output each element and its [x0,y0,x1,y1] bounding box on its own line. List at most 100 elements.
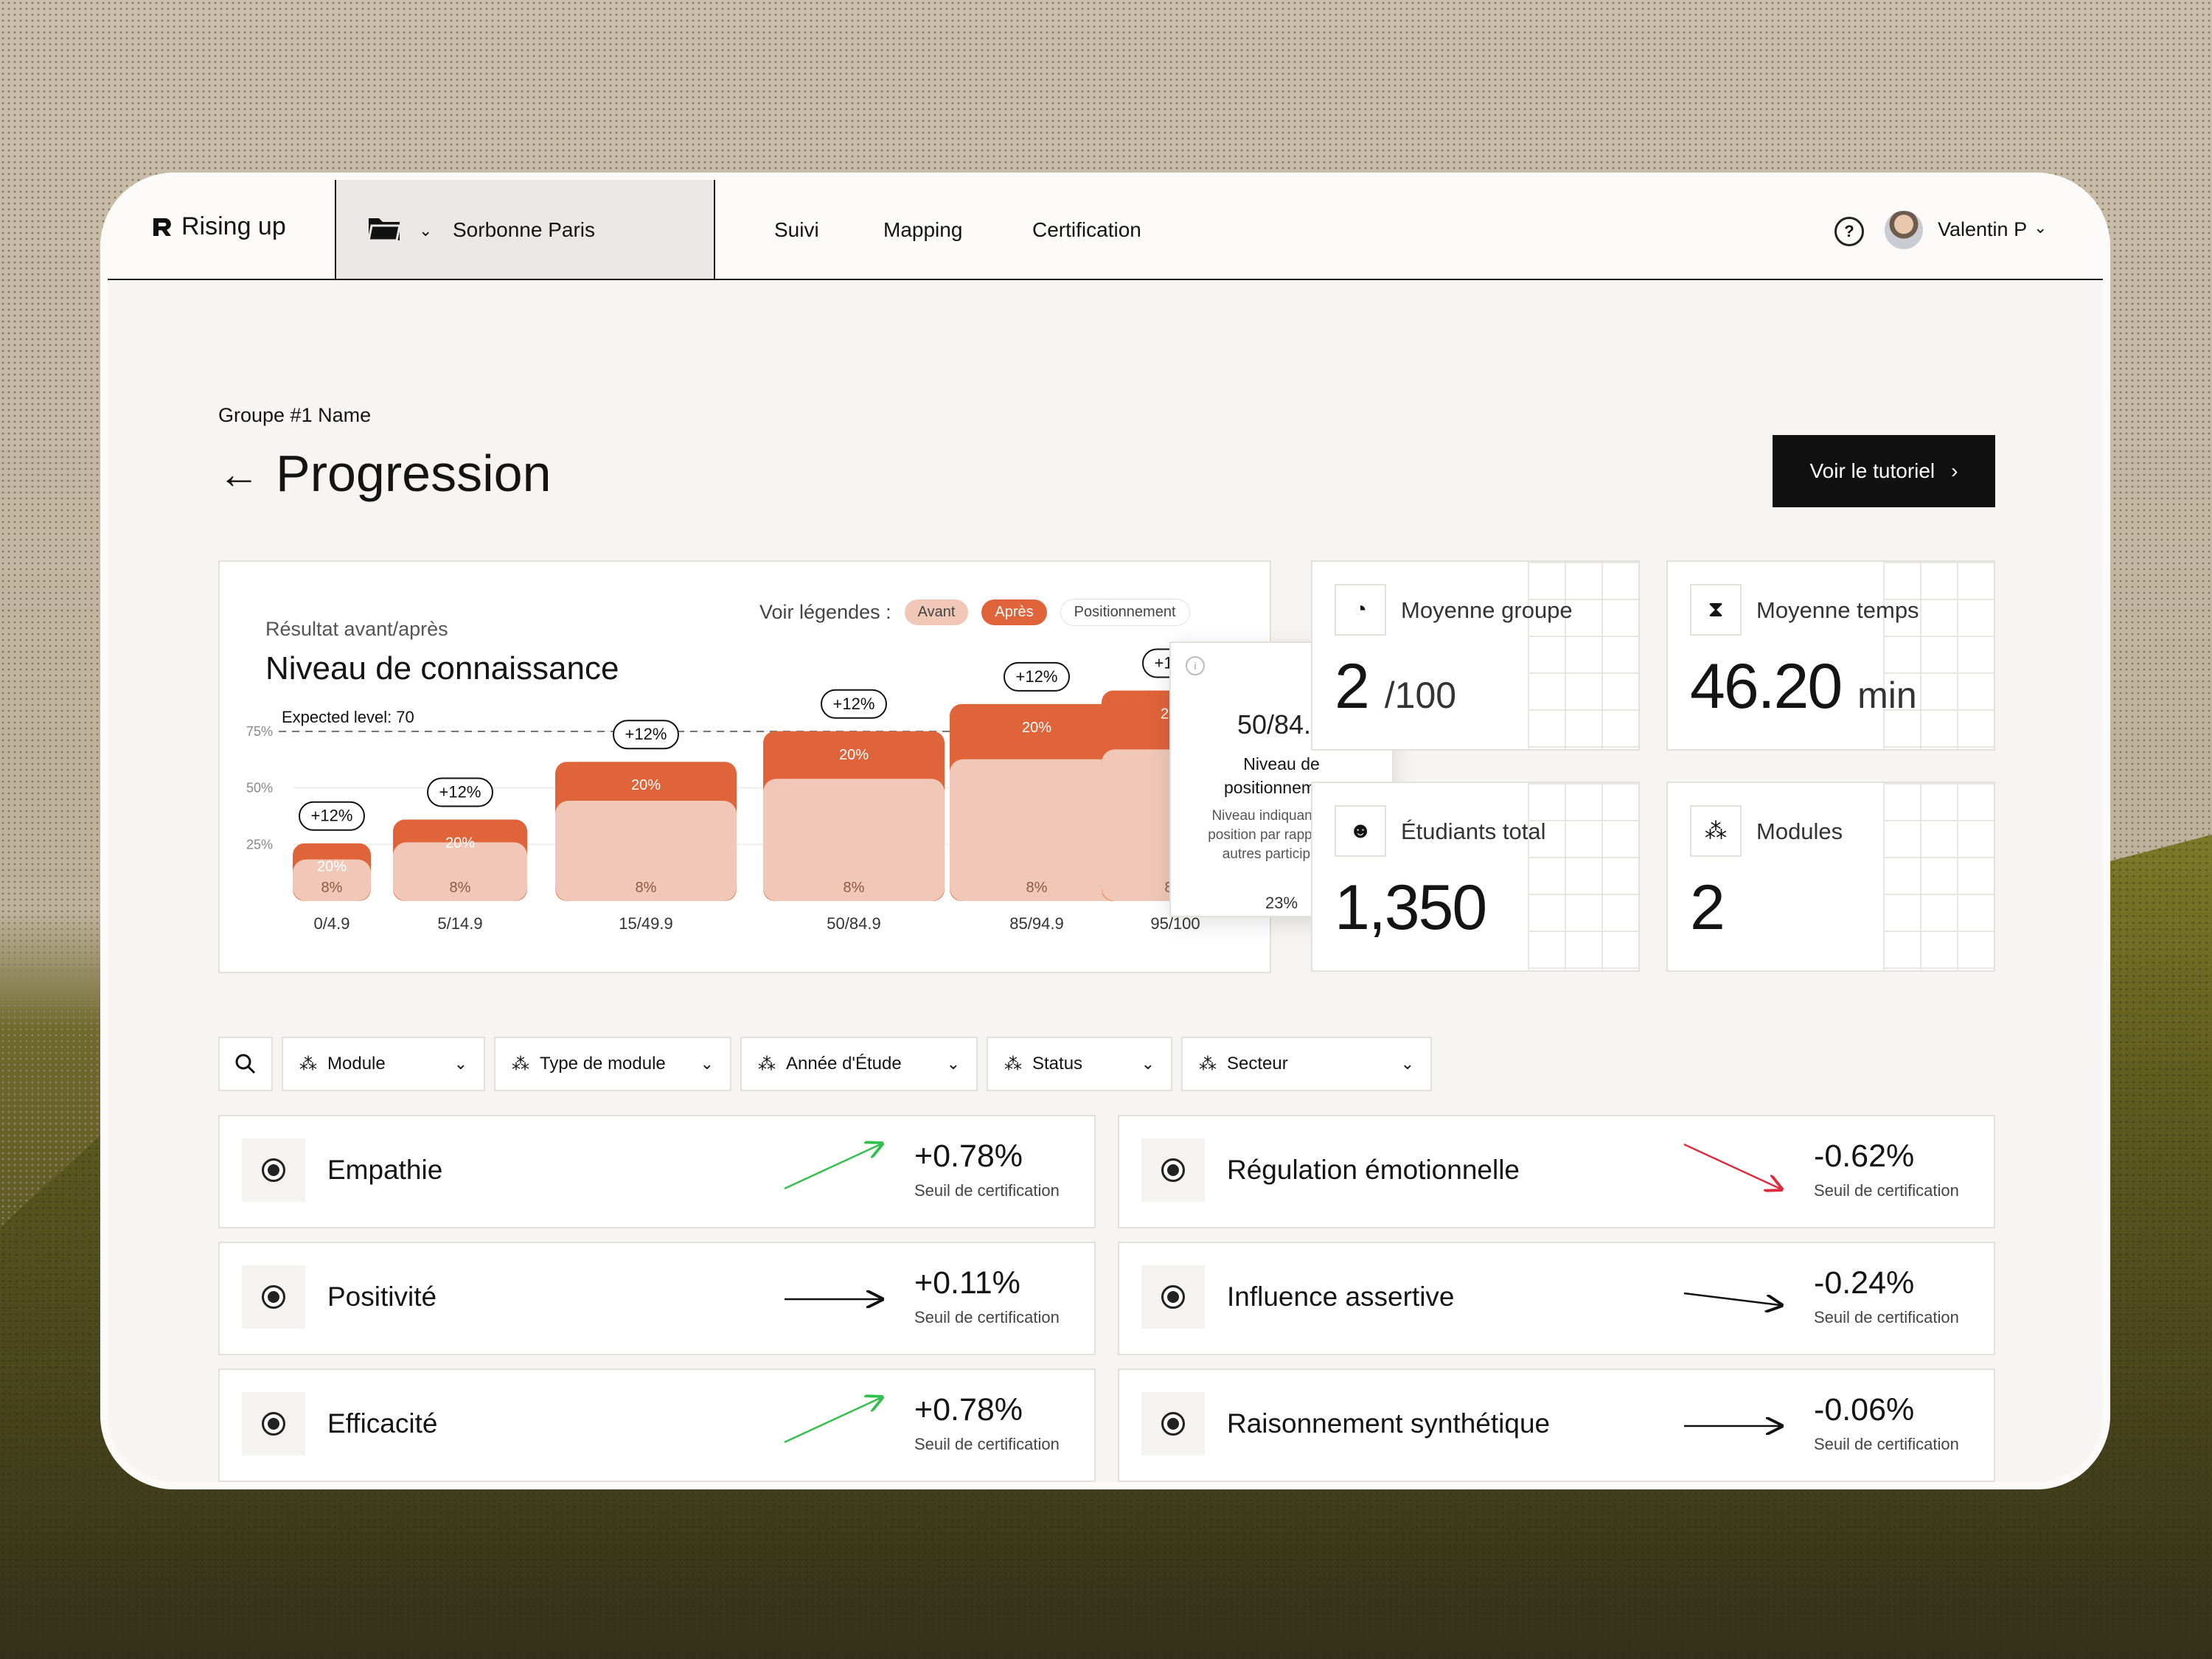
trend-arrow-icon [784,1137,888,1190]
cubes-icon: ⁂ [1690,805,1742,857]
filter-type-module[interactable]: ⁂ Type de module ⌄ [494,1037,731,1091]
chevron-down-icon: ⌄ [1141,1054,1155,1073]
filter-annee-etude[interactable]: ⁂ Année d'Étude ⌄ [740,1037,978,1091]
grid-decoration [1528,562,1638,749]
filter-status[interactable]: ⁂ Status ⌄ [987,1037,1172,1091]
trend-arrow-icon [784,1391,888,1444]
delta-label: +12% [833,695,875,713]
skill-value: +0.78% [914,1138,1023,1174]
target-icon [242,1138,305,1202]
grid-decoration [1528,783,1638,970]
bar-apres-label: 20% [317,859,347,875]
chart-card: Résultat avant/après Niveau de connaissa… [218,560,1271,973]
skill-row[interactable]: Influence assertive -0.24% Seuil de certif… [1118,1242,1995,1355]
breadcrumb[interactable]: Groupe #1 Name [218,404,371,427]
x-tick-label: 0/4.9 [314,914,350,933]
bar-chart: 25% 50% 75% Expected level: 70 20% 8% +12% 0/4.… [246,648,1249,933]
chevron-down-icon: ⌄ [700,1054,714,1073]
skill-threshold: Seuil de certification [914,1308,1060,1326]
delta-label: +12% [1016,667,1058,686]
filter-secteur[interactable]: ⁂ Secteur ⌄ [1181,1037,1432,1091]
brand-logo[interactable]: Rising up [150,212,286,241]
cubes-icon: ⁂ [299,1054,317,1074]
filter-module[interactable]: ⁂ Module ⌄ [282,1037,485,1091]
trend-arrow-icon [1683,1143,1787,1203]
stat-card-etudiants-total: ☻ Étudiants total 1,350 [1311,782,1640,972]
filter-label: Secteur [1227,1054,1288,1074]
skill-name: Empathie [327,1155,443,1185]
y-tick-label: 50% [246,781,273,796]
page-title: ← Progression [218,444,552,503]
nav-item-certification[interactable]: Certification [1032,218,1141,242]
target-icon [1141,1138,1205,1202]
user-name[interactable]: Valentin P [1938,218,2027,241]
stat-label: Moyenne temps [1756,597,1919,623]
help-icon[interactable]: ? [1834,217,1864,246]
skill-row[interactable]: Raisonnement synthétique -0.06% Seuil de c… [1118,1368,1995,1482]
skill-name: Efficacité [327,1408,438,1439]
bar-avant-label: 8% [636,880,657,896]
stat-label: Étudiants total [1401,818,1546,844]
avatar[interactable] [1885,211,1923,249]
skill-name: Régulation émotionnelle [1227,1155,1520,1185]
skill-row[interactable]: Efficacité +0.78% Seuil de certification [218,1368,1096,1482]
target-icon [1141,1392,1205,1455]
bar-apres-label: 20% [631,777,661,793]
search-button[interactable] [218,1037,273,1091]
x-tick-label: 5/14.9 [437,914,482,933]
y-tick-label: 75% [246,724,273,739]
back-arrow-icon[interactable]: ← [218,450,260,498]
stat-card-moyenne-temps: ⧗ Moyenne temps 46.20 min [1666,560,1995,751]
gauge-icon: ◔ [1335,584,1386,636]
skill-row[interactable]: Empathie +0.78% Seuil de certification [218,1115,1096,1228]
skill-value: +0.11% [914,1265,1020,1301]
org-selector[interactable]: ⌄ Sorbonne Paris [335,180,715,279]
bar-avant-label: 8% [321,880,343,896]
x-tick-label: 15/49.9 [619,914,672,933]
skill-value: -0.24% [1814,1265,1915,1301]
trend-arrow-icon [785,1264,888,1330]
search-icon [235,1054,256,1074]
skill-value: +0.78% [914,1392,1023,1427]
skill-threshold: Seuil de certification [914,1435,1060,1453]
target-icon [242,1265,305,1329]
skill-value: -0.62% [1814,1138,1915,1174]
target-icon [242,1392,305,1455]
skill-threshold: Seuil de certification [1814,1181,1959,1200]
chevron-down-icon[interactable]: ⌄ [2034,218,2047,237]
cubes-icon: ⁂ [512,1054,529,1074]
skill-row[interactable]: Régulation émotionnelle -0.62% Seuil de ce… [1118,1115,1995,1228]
skill-name: Raisonnement synthétique [1227,1408,1551,1439]
bar-avant-label: 8% [450,880,471,896]
stat-value: 1,350 [1335,872,1487,943]
stat-value: 2 [1690,872,1725,943]
y-tick-label: 25% [246,837,273,852]
trend-arrow-icon [1683,1292,1787,1330]
nav-item-suivi[interactable]: Suivi [774,218,819,242]
filter-label: Status [1032,1054,1083,1074]
delta-label: +12% [439,782,481,801]
stat-label: Moyenne groupe [1401,597,1573,623]
bar-avant-label: 8% [844,880,865,896]
filter-bar: ⁂ Module ⌄ ⁂ Type de module ⌄ ⁂ Année d'Étude… [218,1037,1432,1091]
skill-row[interactable]: Positivité +0.11% Seuil de certification [218,1242,1096,1355]
nav-item-mapping[interactable]: Mapping [883,218,962,242]
brand-name: Rising up [181,212,286,240]
cubes-icon: ⁂ [1004,1054,1022,1074]
filter-label: Type de module [540,1054,666,1074]
filter-label: Module [327,1054,386,1074]
skill-threshold: Seuil de certification [1814,1308,1959,1326]
target-icon [1141,1265,1205,1329]
x-tick-label: 50/84.9 [827,914,880,933]
bar-apres-label: 20% [839,747,869,763]
top-nav: Rising up ⌄ Sorbonne Paris Suivi Mapping… [108,180,2103,280]
chevron-down-icon: ⌄ [1400,1054,1414,1073]
cubes-icon: ⁂ [1199,1054,1217,1074]
app-window: Rising up ⌄ Sorbonne Paris Suivi Mapping… [108,180,2103,1482]
skill-value: -0.06% [1814,1392,1915,1427]
stat-value: 2 /100 [1335,651,1457,722]
tutorial-button[interactable]: Voir le tutoriel › [1773,435,1995,507]
page-title-text: Progression [276,445,552,502]
x-tick-label: 85/94.9 [1009,914,1063,933]
chevron-down-icon: ⌄ [419,221,433,240]
